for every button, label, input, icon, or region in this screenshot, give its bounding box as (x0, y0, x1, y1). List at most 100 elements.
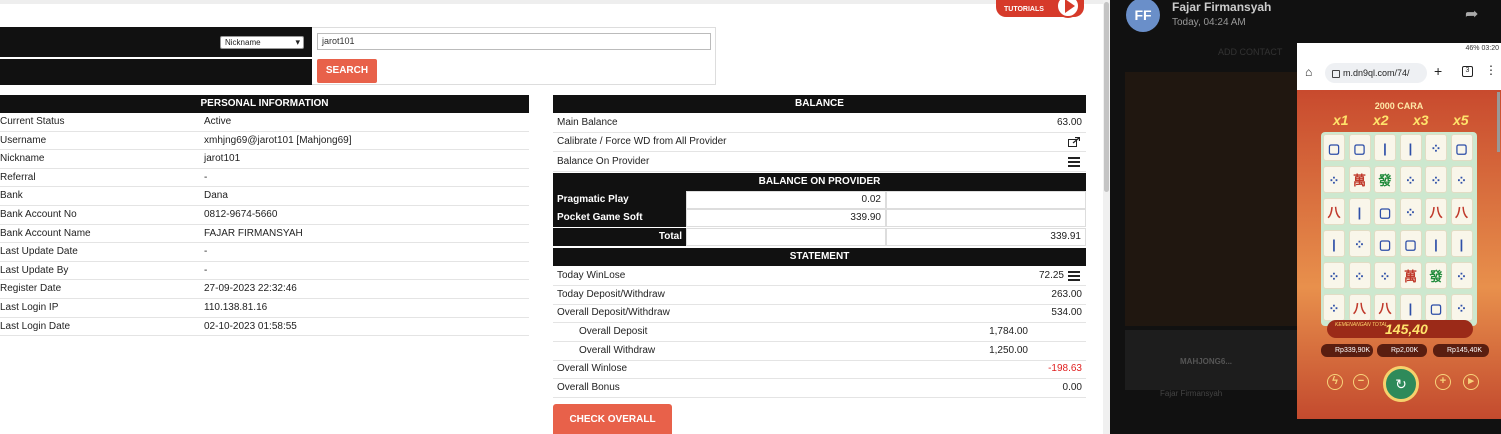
mahjong-tile: | (1399, 134, 1422, 161)
total-win-banner: KEMENANGAN TOTAL 145,40 (1327, 320, 1473, 338)
background-chat-name: Fajar Firmansyah (1160, 389, 1223, 398)
list-icon[interactable] (1068, 271, 1080, 281)
info-label: Last Login Date (0, 320, 71, 332)
info-value: - (204, 246, 208, 258)
overall-bonus-label: Overall Bonus (557, 382, 620, 393)
home-icon[interactable]: ⌂ (1305, 65, 1312, 79)
info-row: Register Date 27-09-2023 22:32:46 (0, 280, 529, 299)
phone-scrollbar (1497, 92, 1500, 152)
overall-deposit-value: 1,784.00 (989, 326, 1028, 337)
more-icon[interactable]: ⋮ (1485, 63, 1497, 77)
info-value: 27-09-2023 22:32:46 (204, 283, 297, 295)
balance-on-provider-row: Balance On Provider (553, 152, 1086, 172)
info-label: Current Status (0, 116, 65, 127)
total-win-value: 145,40 (1385, 321, 1428, 337)
play-icon (1056, 0, 1080, 18)
mahjong-tile: 八 (1323, 198, 1345, 225)
add-contact-link[interactable]: ADD CONTACT (1218, 47, 1282, 57)
overall-winlose-value: -198.63 (1048, 363, 1082, 374)
search-input[interactable]: jarot101 (317, 33, 711, 50)
mahjong-tile: ⁘ (1450, 262, 1473, 289)
info-row: Bank Account Name FAJAR FIRMANSYAH (0, 225, 529, 244)
main-balance-row: Main Balance 63.00 (553, 113, 1086, 133)
scrollbar-thumb[interactable] (1104, 2, 1109, 192)
overall-deposit-label: Overall Deposit (579, 326, 648, 337)
info-value: - (204, 171, 208, 183)
new-tab-icon[interactable]: + (1434, 63, 1442, 79)
mahjong-tile: ⁘ (1374, 262, 1396, 289)
multiplier: x2 (1373, 112, 1389, 128)
autoplay-icon[interactable]: ▸ (1463, 374, 1479, 390)
main-balance-value: 63.00 (1056, 117, 1082, 128)
overall-bonus-value: 0.00 (1062, 382, 1082, 393)
tutorials-label: TUTORIALS (1004, 6, 1044, 13)
overall-deposit-row: Overall Deposit 1,784.00 (553, 323, 1086, 342)
url-bar[interactable]: m.dn9ql.com/74/ (1325, 63, 1427, 83)
check-overall-button[interactable]: CHECK OVERALL (553, 404, 672, 434)
info-value: jarot101 (204, 153, 241, 165)
mahjong-tile: ⁘ (1399, 198, 1422, 225)
mahjong-tile: ⁘ (1348, 230, 1371, 257)
external-link-icon[interactable] (1068, 137, 1080, 147)
provider-value: 339.90 (686, 209, 886, 227)
mahjong-tile: ⁘ (1323, 166, 1345, 193)
win-pill: Rp145,40K (1433, 344, 1489, 357)
tutorials-button[interactable]: TUTORIALS (996, 0, 1084, 18)
list-icon[interactable] (1068, 157, 1080, 167)
info-value: - (204, 264, 208, 276)
page-scrollbar[interactable] (1103, 0, 1110, 434)
info-value: 110.138.81.16 (204, 302, 268, 313)
mahjong-tile: 八 (1374, 294, 1396, 321)
info-value: xmhjng69@jarot101 [Mahjong69] (204, 134, 352, 146)
spin-button[interactable]: ↻ (1383, 366, 1419, 402)
turbo-icon[interactable]: ϟ (1327, 374, 1343, 390)
background-chat-title: MAHJONG6... (1180, 357, 1233, 366)
share-icon[interactable]: ➦ (1465, 4, 1478, 24)
plus-icon[interactable]: + (1435, 374, 1451, 390)
multiplier: x3 (1413, 112, 1429, 128)
today-winlose-value: 72.25 (1038, 270, 1064, 281)
mahjong-tile: 發 (1374, 166, 1396, 193)
info-label: Bank Account Name (0, 227, 91, 239)
search-button[interactable]: SEARCH (317, 59, 377, 83)
mahjong-board: ▢ ⁘ 八 | ⁘ ⁘ ▢ 萬 | ⁘ ⁘ 八 | 發 ▢ ▢ ⁘ 八 | ⁘ ⁘ ▢ 萬 | ⁘ ⁘ 八 | 發 ▢ ▢ ⁘ 八 | ⁘ ⁘ (1321, 132, 1477, 326)
minus-icon[interactable]: − (1353, 374, 1369, 390)
game-controls: ϟ − ↻ + ▸ (1297, 366, 1501, 406)
overall-withdraw-label: Overall Withdraw (579, 345, 656, 356)
info-label: Username (0, 134, 47, 146)
mahjong-tile: | (1348, 198, 1371, 225)
mahjong-tile: ⁘ (1450, 294, 1473, 321)
provider-empty-cell (886, 209, 1086, 227)
mahjong-tile: | (1399, 294, 1422, 321)
mahjong-tile: | (1450, 230, 1473, 257)
statement-header: STATEMENT (553, 248, 1086, 266)
provider-row: Pocket Game Soft 339.90 (553, 209, 1086, 227)
calibrate-label: Calibrate / Force WD from All Provider (557, 136, 727, 147)
admin-panel: TUTORIALS Nickname jarot101 SEARCH PERSO… (0, 0, 1110, 434)
mahjong-tile: ▢ (1374, 230, 1396, 257)
mahjong-tile: ▢ (1450, 134, 1473, 161)
tabs-icon[interactable]: 3 (1462, 66, 1473, 77)
overall-winlose-label: Overall Winlose (557, 363, 628, 374)
search-type-select[interactable]: Nickname (220, 36, 304, 49)
mahjong-tile: ▢ (1374, 198, 1396, 225)
mahjong-tile: ▢ (1399, 230, 1422, 257)
mahjong-tile: ⁘ (1450, 166, 1473, 193)
overall-dw-value: 534.00 (1051, 307, 1082, 318)
info-row: Bank Dana (0, 187, 529, 206)
mahjong-tile: ⁘ (1323, 294, 1345, 321)
mahjong-tile: ▢ (1348, 134, 1371, 161)
info-row: Referral - (0, 169, 529, 188)
background-image (1125, 72, 1305, 326)
total-win-label: KEMENANGAN TOTAL (1335, 322, 1388, 328)
info-value: Active (204, 116, 232, 127)
info-label: Bank (0, 190, 23, 202)
mahjong-tile: ⁘ (1323, 262, 1345, 289)
mahjong-tile: ⁘ (1425, 134, 1447, 161)
mahjong-tile: 發 (1425, 262, 1447, 289)
info-value: FAJAR FIRMANSYAH (204, 227, 303, 239)
top-bar (0, 0, 1110, 4)
game-title: 2000 CARA (1374, 101, 1424, 111)
info-label: Register Date (0, 283, 62, 295)
info-row: Last Login IP 110.138.81.16 (0, 299, 529, 318)
